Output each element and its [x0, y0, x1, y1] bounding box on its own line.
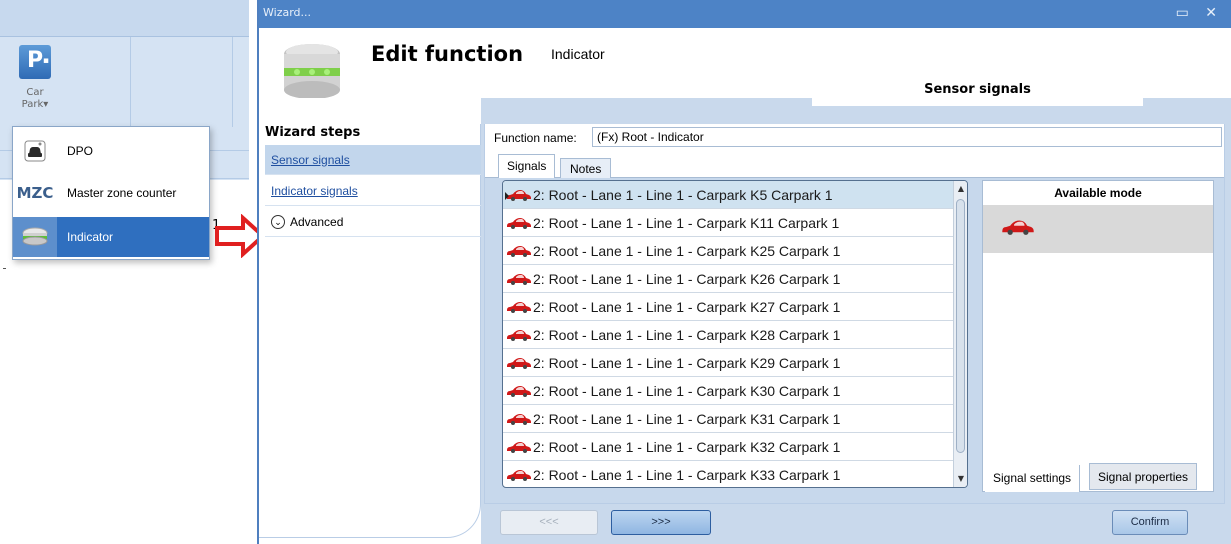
signal-name: 2: Root - Lane 1 - Line 1 - Carpark K25 … — [533, 242, 841, 259]
scroll-down-icon[interactable]: ▼ — [955, 473, 967, 485]
main-content-panel: Function name: (Fx) Root - Indicator Sig… — [484, 124, 1225, 504]
red-car-icon — [503, 461, 533, 488]
red-car-icon — [503, 209, 533, 237]
list-item[interactable]: 2: Root - Lane 1 - Line 1 - Carpark K32 … — [503, 433, 955, 461]
window-controls[interactable]: ▭ ✕ — [1176, 5, 1223, 21]
signal-name: 2: Root - Lane 1 - Line 1 - Carpark K30 … — [533, 382, 841, 399]
background-mark — [3, 268, 6, 269]
list-item[interactable]: 2: Root - Lane 1 - Line 1 - Carpark K29 … — [503, 349, 955, 377]
current-row-marker-icon — [505, 192, 509, 200]
signal-name: 2: Root - Lane 1 - Line 1 - Carpark K33 … — [533, 466, 841, 483]
menu-item-label: DPO — [67, 144, 94, 158]
ribbon-divider — [130, 37, 131, 127]
car-park-dropdown-menu: DPO MZC Master zone counter Indicator — [12, 126, 210, 260]
page-title: Edit function — [371, 42, 524, 66]
steps-heading: Wizard steps — [265, 125, 361, 140]
list-item[interactable]: 2: Root - Lane 1 - Line 1 - Carpark K30 … — [503, 377, 955, 405]
mode-row[interactable] — [983, 205, 1213, 253]
function-name-label: Function name: — [494, 131, 577, 145]
ribbon-divider — [232, 37, 233, 127]
signal-list: 2: Root - Lane 1 - Line 1 - Carpark K5 C… — [502, 180, 968, 488]
red-car-icon — [503, 377, 533, 405]
red-car-icon — [503, 405, 533, 433]
list-item[interactable]: 2: Root - Lane 1 - Line 1 - Carpark K31 … — [503, 405, 955, 433]
mzc-icon-text: MZC — [16, 184, 54, 202]
indicator-light-icon — [13, 217, 57, 257]
page-subtitle: Indicator — [551, 46, 605, 62]
tab-signal-settings[interactable]: Signal settings — [985, 465, 1081, 492]
red-car-icon — [1002, 220, 1034, 235]
step-sensor-signals[interactable]: Sensor signals — [265, 145, 481, 175]
mzc-icon: MZC — [13, 173, 57, 213]
function-name-input[interactable]: (Fx) Root - Indicator — [592, 127, 1222, 147]
wizard-window-title: Wizard... — [263, 6, 312, 19]
list-item[interactable]: 2: Root - Lane 1 - Line 1 - Carpark K25 … — [503, 237, 955, 265]
red-car-icon — [503, 237, 533, 265]
wizard-window: Wizard... ▭ ✕ Edit function Indicator Se… — [257, 0, 1231, 544]
car-front-icon — [13, 131, 57, 171]
signal-name: 2: Root - Lane 1 - Line 1 - Carpark K5 C… — [533, 186, 833, 203]
red-car-icon — [503, 433, 533, 461]
list-item[interactable]: 2: Root - Lane 1 - Line 1 - Carpark K11 … — [503, 209, 955, 237]
wizard-steps-panel: Wizard steps Sensor signals Indicator si… — [259, 98, 481, 544]
parking-icon-letter: P — [26, 48, 44, 73]
list-item[interactable]: 2: Root - Lane 1 - Line 1 - Carpark K28 … — [503, 321, 955, 349]
confirm-button[interactable]: Confirm — [1112, 510, 1188, 535]
indicator-light-icon — [284, 44, 340, 99]
parking-icon: P ▪ — [19, 45, 51, 79]
tab-signal-properties[interactable]: Signal properties — [1089, 463, 1198, 490]
signal-name: 2: Root - Lane 1 - Line 1 - Carpark K32 … — [533, 438, 841, 455]
list-item[interactable]: 2: Root - Lane 1 - Line 1 - Carpark K33 … — [503, 461, 955, 488]
ribbon-top-strip — [0, 0, 249, 37]
menu-item-master-zone-counter[interactable]: MZC Master zone counter — [13, 173, 209, 213]
wizard-titlebar: Wizard... ▭ ✕ — [259, 0, 1231, 28]
signal-name: 2: Root - Lane 1 - Line 1 - Carpark K11 … — [533, 214, 840, 231]
menu-item-label: Master zone counter — [67, 186, 177, 200]
step-indicator-signals[interactable]: Indicator signals — [265, 176, 481, 206]
parking-car-mini-icon: ▪ — [42, 56, 49, 66]
list-item[interactable]: 2: Root - Lane 1 - Line 1 - Carpark K26 … — [503, 265, 955, 293]
current-step-card: Sensor signals — [812, 72, 1143, 106]
tab-notes[interactable]: Notes — [560, 158, 612, 178]
step-link[interactable]: Indicator signals — [271, 184, 358, 198]
scroll-thumb[interactable] — [956, 199, 965, 453]
tab-signals[interactable]: Signals — [498, 154, 556, 178]
step-advanced[interactable]: ⌄ Advanced — [265, 207, 481, 237]
list-item[interactable]: 2: Root - Lane 1 - Line 1 - Carpark K5 C… — [503, 181, 955, 209]
signal-name: 2: Root - Lane 1 - Line 1 - Carpark K31 … — [533, 410, 841, 427]
red-car-icon — [503, 321, 533, 349]
advanced-label: Advanced — [290, 214, 344, 229]
chevron-down-circle-icon[interactable]: ⌄ — [271, 214, 285, 229]
car-park-button[interactable]: P ▪ Car Park▾ — [12, 45, 58, 125]
menu-item-label: Indicator — [67, 230, 114, 244]
red-car-icon — [503, 293, 533, 321]
signal-name: 2: Root - Lane 1 - Line 1 - Carpark K29 … — [533, 354, 841, 371]
available-mode-header: Available mode — [1054, 186, 1142, 200]
car-park-label-2: Park — [21, 99, 44, 110]
red-car-icon — [503, 265, 533, 293]
signal-name: 2: Root - Lane 1 - Line 1 - Carpark K28 … — [533, 326, 841, 343]
menu-item-dpo[interactable]: DPO — [13, 131, 209, 171]
step-link[interactable]: Sensor signals — [271, 153, 350, 167]
previous-button[interactable]: <<< — [500, 510, 598, 535]
dropdown-caret-icon: ▾ — [43, 99, 49, 110]
available-mode-panel: Available mode Signal settings Signal pr… — [982, 180, 1214, 492]
next-button[interactable]: >>> — [611, 510, 711, 535]
red-car-icon — [503, 349, 533, 377]
list-item[interactable]: 2: Root - Lane 1 - Line 1 - Carpark K27 … — [503, 293, 955, 321]
signal-name: 2: Root - Lane 1 - Line 1 - Carpark K27 … — [533, 298, 841, 315]
car-park-label-1: Car — [26, 87, 44, 98]
signal-name: 2: Root - Lane 1 - Line 1 - Carpark K26 … — [533, 270, 841, 287]
list-scrollbar[interactable]: ▲ ▼ — [953, 181, 967, 487]
menu-item-indicator[interactable]: Indicator — [13, 217, 209, 257]
current-step-header: Sensor signals — [924, 82, 1031, 97]
scroll-up-icon[interactable]: ▲ — [955, 183, 967, 195]
